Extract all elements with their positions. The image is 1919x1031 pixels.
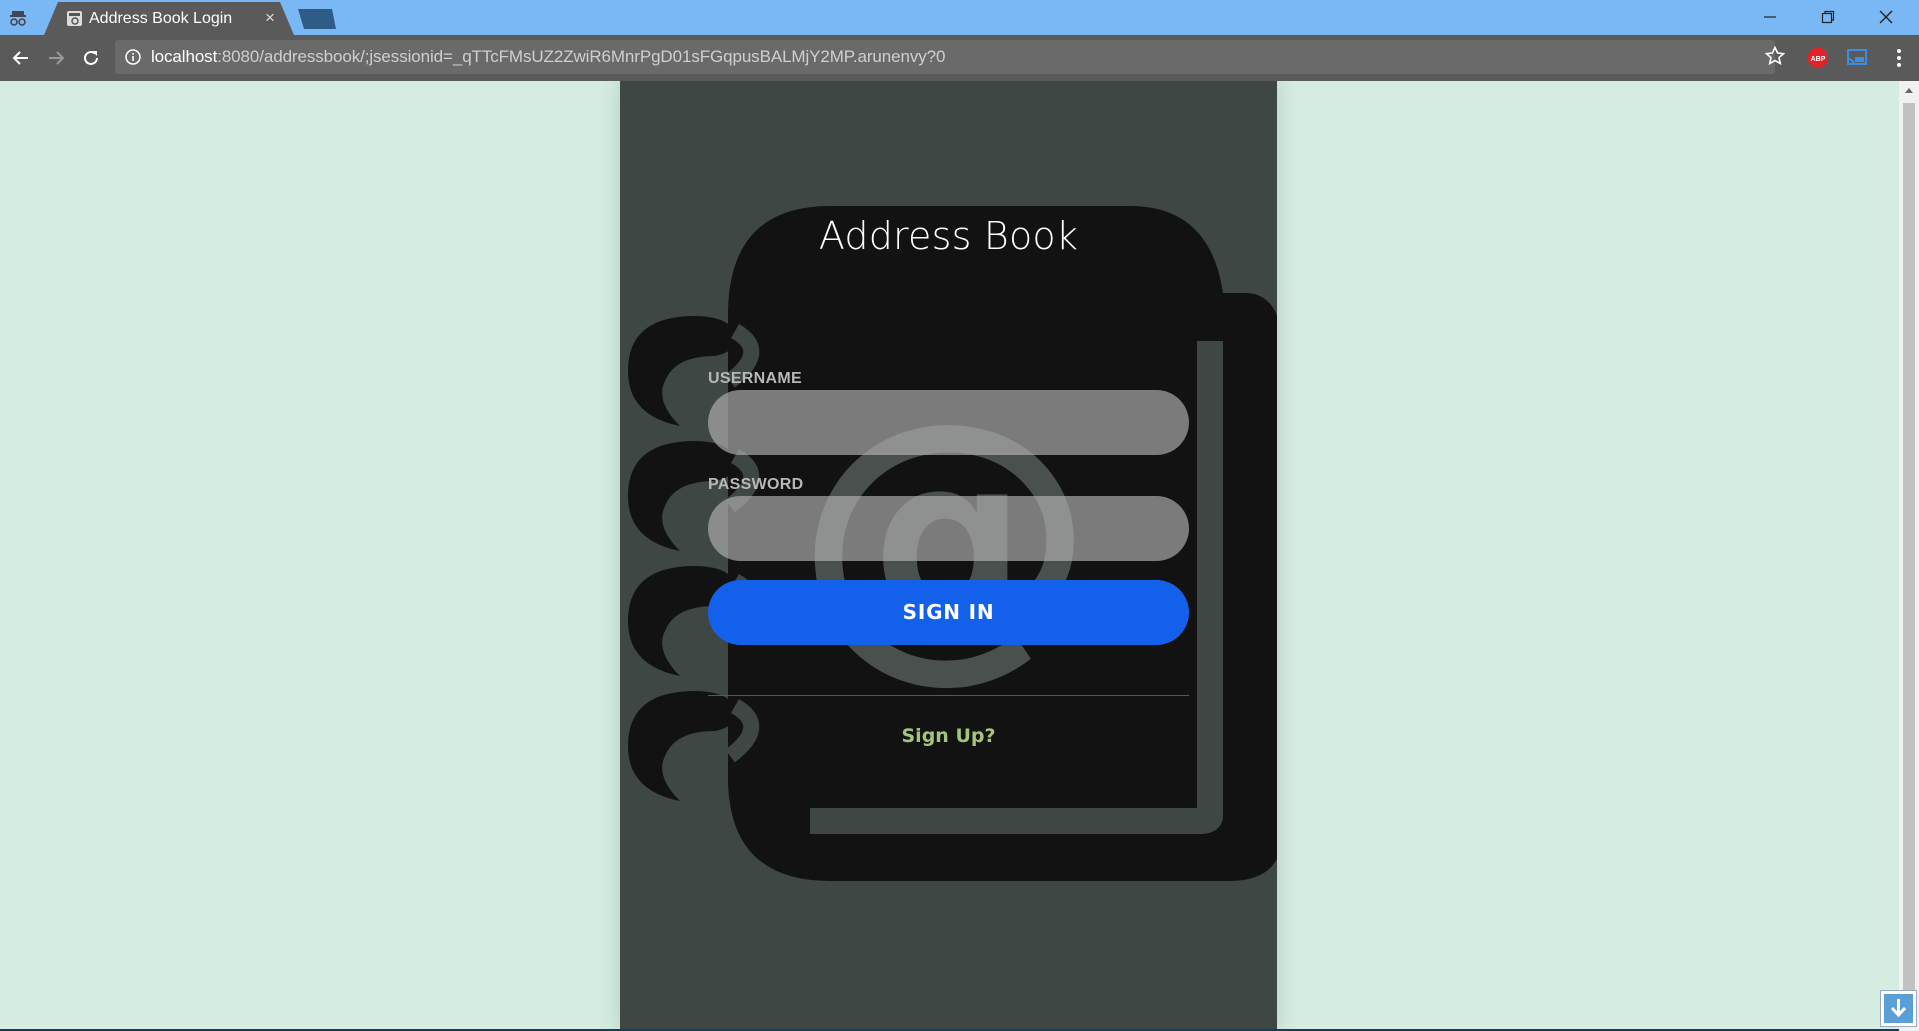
username-field[interactable] [708, 390, 1189, 455]
divider [708, 695, 1189, 696]
info-icon[interactable] [125, 49, 141, 65]
kebab-menu-icon[interactable] [1888, 47, 1910, 69]
scroll-thumb[interactable] [1903, 103, 1915, 1003]
minimize-button[interactable] [1741, 0, 1799, 33]
minimize-icon [1764, 15, 1776, 18]
page-viewport: @ Address Book USERNAME PASSWORD SIGN IN… [0, 81, 1899, 1031]
password-field[interactable] [708, 496, 1189, 561]
address-book-favicon [67, 11, 82, 26]
active-tab[interactable]: Address Book Login × [44, 2, 294, 35]
browser-titlebar: Address Book Login × [0, 0, 1919, 35]
back-button[interactable] [10, 47, 32, 69]
star-icon[interactable] [1765, 46, 1785, 66]
restore-button[interactable] [1799, 0, 1857, 33]
download-button[interactable] [1880, 990, 1917, 1027]
url-host: localhost [151, 47, 218, 66]
chevron-up-icon [1905, 88, 1913, 93]
close-icon [1879, 10, 1893, 23]
close-window-button[interactable] [1857, 0, 1915, 33]
login-panel: @ Address Book USERNAME PASSWORD SIGN IN… [620, 81, 1277, 1031]
forward-arrow-icon [49, 51, 65, 65]
url-text[interactable]: localhost:8080/addressbook/;jsessionid=_… [151, 47, 945, 67]
new-tab-button[interactable] [296, 9, 336, 29]
adblock-octagon: ABP [1808, 48, 1828, 68]
page-title: Address Book [818, 214, 1079, 258]
incognito-icon [10, 11, 26, 26]
back-arrow-icon [12, 51, 28, 65]
abp-label: ABP [1811, 56, 1826, 63]
password-label: PASSWORD [708, 476, 804, 493]
tab-title: Address Book Login [89, 10, 233, 27]
download-arrow-icon [1884, 994, 1913, 1023]
sign-up-link[interactable]: Sign Up? [620, 725, 1277, 747]
browser-toolbar: localhost:8080/addressbook/;jsessionid=_… [0, 35, 1919, 81]
restore-icon [1821, 10, 1835, 23]
reload-icon [84, 50, 98, 65]
sign-in-button[interactable]: SIGN IN [708, 580, 1189, 645]
username-label: USERNAME [708, 370, 802, 387]
scroll-up-button[interactable] [1899, 81, 1919, 99]
cast-icon[interactable] [1846, 47, 1868, 69]
reload-button[interactable] [80, 47, 102, 69]
address-bar[interactable]: localhost:8080/addressbook/;jsessionid=_… [115, 40, 1775, 74]
adblock-icon[interactable]: ABP [1807, 47, 1829, 69]
forward-button[interactable] [45, 47, 67, 69]
page-scrollbar[interactable] [1899, 81, 1919, 1031]
url-path: :8080/addressbook/;jsessionid=_qTTcFMsUZ… [217, 47, 946, 66]
tab-close-icon[interactable]: × [260, 8, 280, 28]
